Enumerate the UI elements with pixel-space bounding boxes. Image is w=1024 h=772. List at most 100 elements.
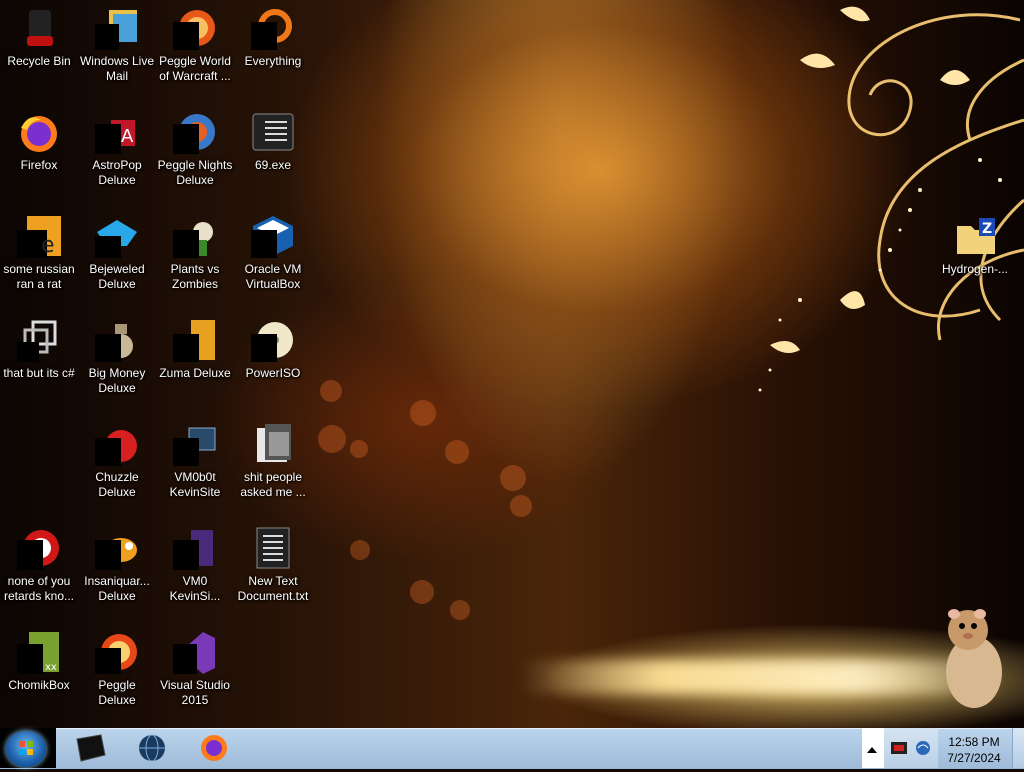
shortcut-icon xyxy=(17,318,61,362)
bokeh-light xyxy=(318,425,346,453)
icon-label: Big Money Deluxe xyxy=(88,366,146,395)
icon-label: Plants vs Zombies xyxy=(170,262,220,291)
bokeh-light xyxy=(350,440,368,458)
clock-time: 12:58 PM xyxy=(948,735,1000,749)
icon-label: New Text Document.txt xyxy=(237,574,309,603)
icon-label: shit people asked me ... xyxy=(240,470,306,499)
desktop-icon-peggle-deluxe[interactable]: Peggle Deluxe xyxy=(78,624,156,724)
desktop-icon-astropop-deluxe[interactable]: A AstroPop Deluxe xyxy=(78,104,156,204)
tray-overflow-chevron-icon[interactable] xyxy=(866,742,878,760)
fish-icon xyxy=(95,526,139,570)
svg-text:A: A xyxy=(121,126,134,147)
icon-label: AstroPop Deluxe xyxy=(92,158,142,187)
desktop-icon-firefox[interactable]: Firefox xyxy=(0,104,78,204)
icon-label: Visual Studio 2015 xyxy=(160,678,230,707)
desktop-icon-that-but-its-csharp[interactable]: that but its c# xyxy=(0,312,78,412)
peggle-icon xyxy=(173,6,217,50)
icon-label: Insaniquar... Deluxe xyxy=(84,574,150,603)
icon-label: ChomikBox xyxy=(8,678,70,692)
icon-label: Oracle VM VirtualBox xyxy=(244,262,302,291)
bokeh-light xyxy=(445,440,469,464)
system-tray xyxy=(884,728,938,768)
peggle-nights-icon xyxy=(173,110,217,154)
icon-label: Peggle Nights Deluxe xyxy=(157,158,233,187)
desktop-icon-vm0-kevinsite[interactable]: VM0 KevinSi... xyxy=(156,520,234,620)
globe-icon xyxy=(139,734,165,762)
bokeh-light xyxy=(450,600,470,620)
svg-text:Z: Z xyxy=(982,221,992,237)
executable-icon xyxy=(251,110,295,154)
golden-swirl-decoration xyxy=(758,6,1024,392)
bokeh-light xyxy=(410,580,434,604)
desktop-icon-visual-studio-2015[interactable]: Visual Studio 2015 xyxy=(156,624,234,724)
desktop-icon-recycle-bin[interactable]: Recycle Bin xyxy=(0,0,78,100)
desktop-icon-oracle-vm-virtualbox[interactable]: Oracle VM VirtualBox xyxy=(234,208,312,308)
desktop-icon-bejeweled-deluxe[interactable]: Bejeweled Deluxe xyxy=(78,208,156,308)
desktop-icon-everything[interactable]: Everything xyxy=(234,0,312,100)
zip-folder-icon: Z xyxy=(953,214,997,258)
icon-label: Hydrogen-... xyxy=(941,262,1009,276)
icon-label: VM0b0t KevinSite xyxy=(169,470,221,499)
icon-label: some russian ran a rat xyxy=(3,262,75,291)
plant-icon xyxy=(173,214,217,258)
icon-label: Bejeweled Deluxe xyxy=(89,262,145,291)
desktop-icon-new-text-document[interactable]: New Text Document.txt xyxy=(234,520,312,620)
taskbar-globe-button[interactable] xyxy=(130,731,174,765)
gem-icon xyxy=(95,214,139,258)
bokeh-light xyxy=(320,380,342,402)
desktop-icon-insaniquarium-deluxe[interactable]: Insaniquar... Deluxe xyxy=(78,520,156,620)
desktop-icon-none-of-you[interactable]: none of you retards kno... xyxy=(0,520,78,620)
game-icon: A xyxy=(95,110,139,154)
desktop-icon-some-russian-ran-a-rat[interactable]: e some russian ran a rat xyxy=(0,208,78,308)
desktop-icon-vm0b0t-kevinsite[interactable]: VM0b0t KevinSite xyxy=(156,416,234,516)
icon-label: none of you retards kno... xyxy=(3,574,75,603)
icon-label: Everything xyxy=(244,54,302,68)
taskbar-firefox-button[interactable] xyxy=(192,731,236,765)
icon-label: 69.exe xyxy=(254,158,292,172)
icon-label: Zuma Deluxe xyxy=(159,366,231,380)
desktop-icon-plants-vs-zombies[interactable]: Plants vs Zombies xyxy=(156,208,234,308)
start-button[interactable] xyxy=(6,731,46,767)
peggle-icon xyxy=(95,630,139,674)
desktop-icon-zuma-deluxe[interactable]: Zuma Deluxe xyxy=(156,312,234,412)
desktop-icon-poweriso[interactable]: PowerISO xyxy=(234,312,312,412)
icon-label: Firefox xyxy=(20,158,58,172)
bokeh-light xyxy=(410,400,436,426)
desktop-icon-windows-live-mail[interactable]: Windows Live Mail xyxy=(78,0,156,100)
desktop-icon-peggle-world-of-warcraft[interactable]: Peggle World of Warcraft ... xyxy=(156,0,234,100)
icon-label: Peggle Deluxe xyxy=(98,678,136,707)
clock-date: 7/27/2024 xyxy=(947,751,1001,765)
show-desktop-button[interactable] xyxy=(1012,728,1024,768)
bokeh-light xyxy=(350,540,370,560)
desktop-icon-big-money-deluxe[interactable]: Big Money Deluxe xyxy=(78,312,156,412)
icon-label: that but its c# xyxy=(3,366,75,380)
icon-label: Peggle World of Warcraft ... xyxy=(159,54,231,83)
light-streak xyxy=(520,660,1000,694)
icon-label: Windows Live Mail xyxy=(79,54,155,83)
desktop-icon-hydrogen[interactable]: Z Hydrogen-... xyxy=(936,208,1014,308)
bokeh-light xyxy=(500,465,526,491)
file-icon xyxy=(173,526,217,570)
visual-studio-icon xyxy=(173,630,217,674)
icon-label: VM0 KevinSi... xyxy=(169,574,221,603)
desktop-icon-peggle-nights-deluxe[interactable]: Peggle Nights Deluxe xyxy=(156,104,234,204)
taskbar-terminal-button[interactable] xyxy=(68,731,112,765)
folder-icon xyxy=(251,422,295,466)
desktop-icon-chuzzle-deluxe[interactable]: Chuzzle Deluxe xyxy=(78,416,156,516)
money-bag-icon xyxy=(95,318,139,362)
desktop-icon-shit-people-asked-me[interactable]: shit people asked me ... xyxy=(234,416,312,516)
chomikbox-icon: xx xyxy=(17,630,61,674)
icon-label: Recycle Bin xyxy=(7,54,71,68)
svg-text:e: e xyxy=(41,233,55,258)
desktop-icon-69-exe[interactable]: 69.exe xyxy=(234,104,312,204)
hamster-gadget-image xyxy=(946,609,1002,708)
tray-app-icon[interactable] xyxy=(890,740,908,756)
tray-network-icon[interactable] xyxy=(914,740,932,756)
terminal-icon xyxy=(76,734,106,762)
app-icon: e xyxy=(17,214,61,258)
desktop-icon-chomikbox[interactable]: xx ChomikBox xyxy=(0,624,78,724)
chuzzle-icon xyxy=(95,422,139,466)
mail-icon xyxy=(95,6,139,50)
windows-logo-icon xyxy=(19,741,33,755)
virtualbox-icon xyxy=(251,214,295,258)
